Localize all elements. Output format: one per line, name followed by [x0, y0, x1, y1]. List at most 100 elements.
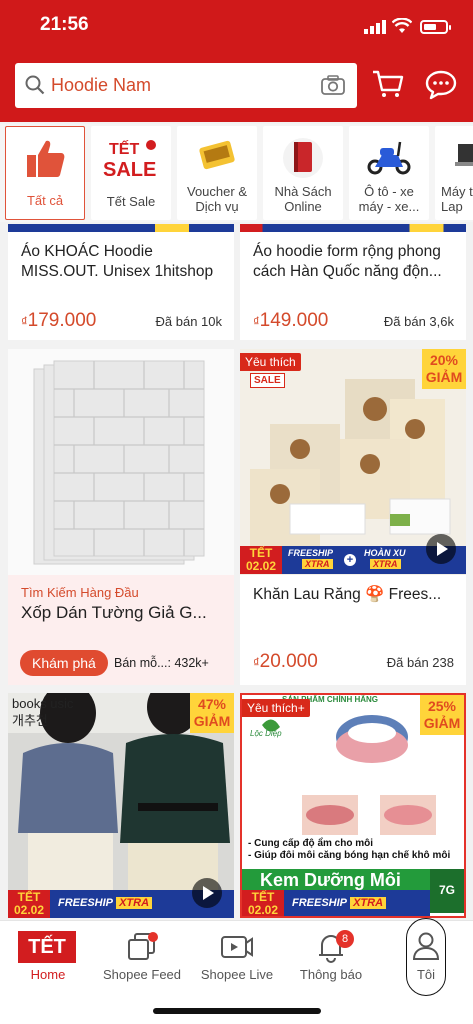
size-label: 7G [430, 869, 464, 913]
product-image [8, 349, 234, 575]
discount-percent: 47% [197, 696, 227, 712]
price-value: 149.000 [259, 310, 329, 331]
scooter-icon [367, 141, 411, 175]
live-icon [221, 936, 253, 958]
search-input[interactable]: Hoodie Nam [51, 75, 151, 96]
product-card-turtleneck[interactable]: books usic 개추천 47% GIẢM TẾT 02.02 FREESHI… [8, 693, 234, 918]
tet-badge: TẾT 02.02 [8, 890, 50, 918]
currency: ₫ [253, 655, 260, 670]
sale-badge: SALE [250, 373, 285, 388]
green-banner: Kem Dưỡng Môi 7G [242, 869, 464, 913]
product-card[interactable]: Áo hoodie form rộng phong cách Hàn Quốc … [240, 224, 466, 340]
sold-count: Đã bán 3,6k [383, 314, 454, 329]
svg-text:TẾT: TẾT [109, 139, 139, 158]
nav-feed[interactable]: Shopee Feed [98, 921, 186, 1001]
feed-icon [128, 932, 158, 960]
category-label: Tất cả [26, 193, 64, 208]
product-title: Áo hoodie form rộng phong cách Hàn Quốc … [253, 243, 442, 280]
xtra-label: XTRA [370, 559, 401, 569]
xtra-text: XTRA [116, 897, 153, 909]
user-icon [412, 932, 440, 960]
category-voucher[interactable]: Voucher & Dịch vụ [177, 126, 257, 220]
category-label: Máy t Lap [441, 184, 473, 214]
product-title: Xốp Dán Tường Giả G... [21, 603, 207, 622]
nav-home[interactable]: TẾT Home [8, 921, 88, 1001]
freeship-label: FREESHIP XTRA [292, 897, 387, 909]
brand-label: Lộc Diệp [250, 729, 282, 738]
category-label: Tết Sale [106, 194, 156, 209]
nav-label: Tôi [416, 967, 436, 982]
book-icon [283, 138, 323, 178]
category-books[interactable]: Nhà Sách Online [263, 126, 343, 220]
price-value: 179.000 [27, 310, 97, 331]
nav-label: Thông báo [299, 967, 363, 982]
product-card-wall-sticker[interactable]: Tìm Kiếm Hàng Đầu Xốp Dán Tường Giả G...… [8, 349, 234, 685]
product-title: Áo KHOÁC Hoodie MISS.OUT. Unisex 1hitsho… [21, 243, 214, 280]
product-image-edge [240, 224, 466, 232]
product-price: ₫149.000 [253, 310, 328, 332]
currency: ₫ [21, 314, 28, 329]
nav-label: Shopee Live [200, 967, 274, 982]
sold-count: Đã bán 10k [155, 314, 223, 329]
discount-badge: 25% GIẢM [420, 695, 464, 735]
category-label: Nhà Sách Online [274, 184, 332, 214]
sold-count: Đã bán 238 [386, 655, 454, 670]
product-bullets: - Cung cấp độ ẩm cho môi - Giúp đôi môi … [248, 838, 451, 861]
freeship-label: FREESHIP XTRA [58, 897, 153, 909]
app-header: 21:56 Hoodie Nam [0, 0, 473, 122]
chat-icon[interactable] [425, 70, 457, 100]
cart-icon[interactable] [372, 69, 404, 99]
discount-percent: 25% [427, 698, 457, 714]
nav-live[interactable]: Shopee Live [194, 921, 280, 1001]
product-image-edge [8, 224, 234, 232]
tet-sale-icon: TẾTSALE [103, 139, 156, 180]
tet-badge: TẾT 02.02 [242, 890, 284, 916]
price-value: 20.000 [259, 651, 318, 672]
explore-button[interactable]: Khám phá [20, 650, 108, 676]
home-indicator [153, 1008, 321, 1014]
freeship-text: FREESHIP [292, 897, 348, 909]
wifi-icon [392, 18, 412, 33]
favorite-badge: Yêu thích [240, 353, 301, 371]
nav-label: Shopee Feed [102, 967, 182, 982]
category-label: Voucher & Dịch vụ [187, 184, 247, 214]
hoanxu-label: HOÀN XU [364, 548, 406, 558]
search-bar[interactable]: Hoodie Nam [15, 63, 357, 108]
status-time: 21:56 [40, 14, 89, 35]
discount-percent: 20% [429, 352, 459, 368]
discount-word: GIẢM [425, 369, 463, 385]
discount-badge: 47% GIẢM [190, 693, 234, 733]
product-title: Khăn Lau Răng 🍄 Frees... [253, 586, 442, 603]
currency: ₫ [253, 314, 260, 329]
nav-notifications[interactable]: 8 Thông báo [290, 921, 372, 1001]
voucher-icon [199, 140, 235, 170]
nav-me[interactable]: Tôi [398, 918, 454, 1001]
product-price: ₫179.000 [21, 310, 96, 332]
product-card-lip-balm[interactable]: SẢN PHẨM CHÍNH HÃNG Lộc Diệp Yêu thích+ … [240, 693, 466, 918]
camera-icon[interactable] [321, 75, 345, 95]
tet-home-icon: TẾT [18, 931, 76, 963]
play-icon[interactable] [426, 534, 456, 564]
battery-icon [420, 20, 451, 34]
category-tet-sale[interactable]: TẾT SALE Tết Sale [91, 126, 171, 220]
play-icon[interactable] [192, 878, 222, 908]
thumbs-up-icon [27, 140, 65, 177]
xtra-text: XTRA [350, 897, 387, 909]
category-laptop[interactable]: Máy t Lap [435, 126, 473, 220]
category-vehicles[interactable]: Ô tô - xe máy - xe... [349, 126, 429, 220]
product-card-teeth-wipe[interactable]: Yêu thích SALE 20% GIẢM TẾT 02.02 FREESHI… [240, 349, 466, 685]
category-bar: Tất cả TẾT SALE Tết Sale Voucher & Dịch v… [0, 124, 473, 222]
category-all[interactable]: Tất cả [5, 126, 85, 220]
category-label: Ô tô - xe máy - xe... [358, 184, 420, 214]
banner-text: Kem Dưỡng Môi [260, 870, 401, 890]
discount-word: GIẢM [423, 715, 461, 731]
favorite-badge: Yêu thích+ [242, 699, 310, 717]
plus-icon: + [344, 554, 356, 566]
discount-badge: 20% GIẢM [422, 349, 466, 389]
product-card[interactable]: Áo KHOÁC Hoodie MISS.OUT. Unisex 1hitsho… [8, 224, 234, 340]
laptop-icon [455, 144, 473, 166]
top-search-label: Tìm Kiếm Hàng Đầu [21, 585, 139, 600]
freeship-label: FREESHIP [288, 548, 334, 558]
tet-badge: TẾT 02.02 [240, 546, 282, 574]
status-bar: 21:56 [0, 10, 473, 40]
